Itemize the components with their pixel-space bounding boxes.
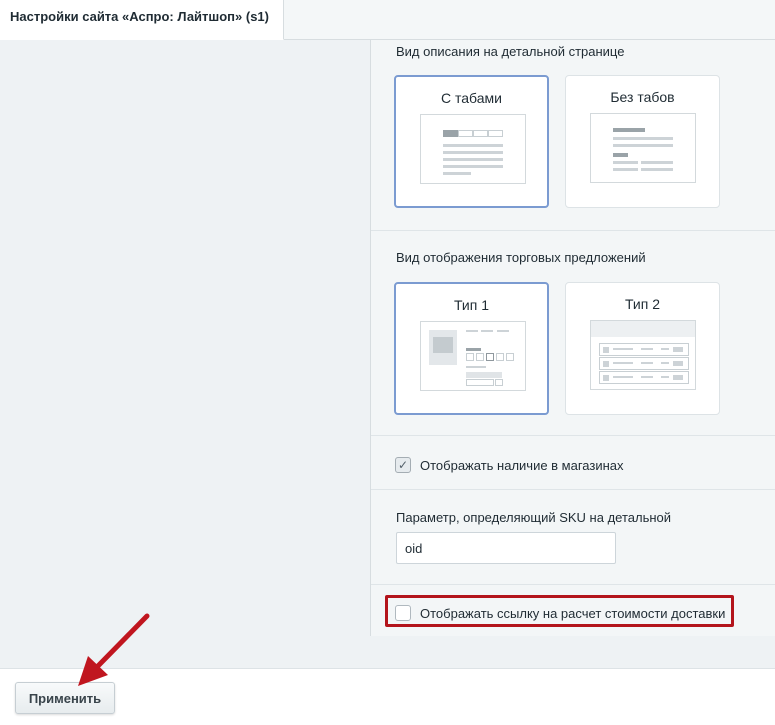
option-label: С табами <box>441 90 502 106</box>
apply-button[interactable]: Применить <box>15 682 115 714</box>
no-tabs-preview-icon <box>590 113 696 183</box>
sku-param-input[interactable] <box>396 532 616 564</box>
stores-section: ✓ Отображать наличие в магазинах <box>371 435 775 489</box>
highlight-frame <box>385 595 734 627</box>
settings-panel: Вид описания на детальной странице С таб… <box>370 40 775 636</box>
option-label: Тип 1 <box>453 297 489 313</box>
offers-view-option-type1[interactable]: Тип 1 <box>394 282 549 415</box>
tabs-preview-icon <box>420 114 526 184</box>
sku-param-label: Параметр, определяющий SKU на детальной <box>396 510 672 525</box>
option-label: Тип 2 <box>624 296 660 312</box>
offers-view-section: Вид отображения торговых предложений Тип… <box>371 230 775 435</box>
offers-view-option-type2[interactable]: Тип 2 <box>565 282 720 415</box>
detail-view-section: Вид описания на детальной странице С таб… <box>371 40 775 230</box>
footer-bar <box>0 668 775 725</box>
stores-checkbox-label[interactable]: Отображать наличие в магазинах <box>420 458 624 473</box>
detail-view-label: Вид описания на детальной странице <box>396 44 625 59</box>
option-label: Без табов <box>610 89 675 105</box>
stores-checkbox[interactable]: ✓ <box>395 457 411 473</box>
sku-section: Параметр, определяющий SKU на детальной <box>371 489 775 584</box>
type2-preview-icon <box>590 320 696 390</box>
offers-view-label: Вид отображения торговых предложений <box>396 250 646 265</box>
detail-view-option-no-tabs[interactable]: Без табов <box>565 75 720 208</box>
detail-view-option-tabs[interactable]: С табами <box>394 75 549 208</box>
window-header: Настройки сайта «Аспро: Лайтшоп» (s1) <box>0 0 775 40</box>
type1-preview-icon <box>420 321 526 391</box>
window-title-tab[interactable]: Настройки сайта «Аспро: Лайтшоп» (s1) <box>0 0 284 40</box>
